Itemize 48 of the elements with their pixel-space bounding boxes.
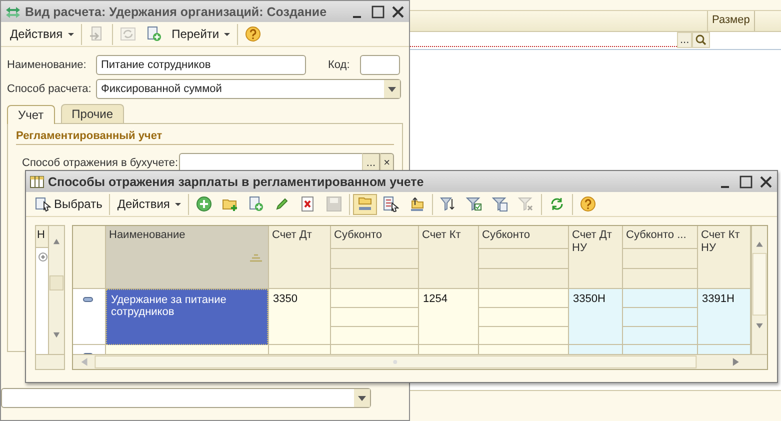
field-label: Способ отражения в бухучете: [22, 157, 179, 169]
dropdown-field[interactable]: Фиксированной суммой [96, 79, 401, 99]
select-button[interactable]: ... [677, 32, 692, 48]
column-header[interactable]: Н [36, 226, 48, 248]
close-icon[interactable] [391, 4, 405, 18]
tab[interactable]: Прочие [60, 104, 124, 123]
field-label: Способ расчета: [7, 83, 92, 95]
column-header[interactable]: Счет Дт НУ [569, 226, 622, 289]
dropdown-field[interactable] [1, 388, 371, 408]
tab[interactable]: Учет [7, 105, 55, 124]
table-cell: 3350 [269, 289, 330, 345]
field-label: Код: [328, 59, 350, 71]
table-cell: 1254 [419, 289, 478, 345]
table-cell: 3391Н [698, 289, 750, 345]
column-header[interactable]: Наименование [106, 226, 268, 289]
maximize-icon[interactable] [739, 174, 753, 188]
column-header[interactable]: Счет Кт НУ [698, 226, 750, 289]
column-header[interactable]: Размер [708, 11, 755, 31]
search-icon[interactable] [692, 32, 710, 48]
horizontal-scrollbar[interactable] [36, 354, 64, 369]
close-icon[interactable] [759, 174, 773, 188]
table-icon [30, 176, 44, 188]
menu-button[interactable]: Перейти [168, 24, 234, 44]
window-title: Вид расчета: Удержания организаций: Создание [25, 4, 328, 18]
input-field[interactable] [360, 55, 400, 75]
field-label: Наименование: [7, 59, 88, 71]
vertical-scrollbar[interactable] [49, 226, 64, 354]
section-title: Регламентированный учет [16, 130, 394, 145]
column-header[interactable]: Субконто [331, 226, 418, 249]
column-header[interactable]: Субконто [479, 226, 568, 249]
expand-icon[interactable] [38, 252, 48, 262]
cursor-icon [35, 196, 51, 212]
row-marker-icon [83, 297, 93, 302]
vertical-scrollbar[interactable] [751, 226, 767, 354]
select-button[interactable]: Выбрать [31, 194, 106, 214]
menu-button[interactable]: Действия [113, 194, 185, 214]
column-header[interactable]: Субконто ... [623, 226, 697, 249]
column-header[interactable]: Счет Дт [269, 226, 330, 289]
window-title: Способы отражения зарплаты в регламентированном учете [48, 174, 425, 188]
maximize-icon[interactable] [371, 4, 385, 18]
column-header[interactable]: Счет Кт [419, 226, 478, 289]
table-cell: 3350Н [569, 289, 622, 345]
horizontal-scrollbar[interactable] [73, 354, 767, 369]
input-field[interactable]: Питание сотрудников [96, 55, 306, 75]
sort-icon [250, 254, 262, 262]
arrows-icon [5, 6, 21, 18]
table-cell: Удержание за питание сотрудников [106, 289, 268, 345]
menu-button[interactable]: Действия [6, 24, 78, 44]
